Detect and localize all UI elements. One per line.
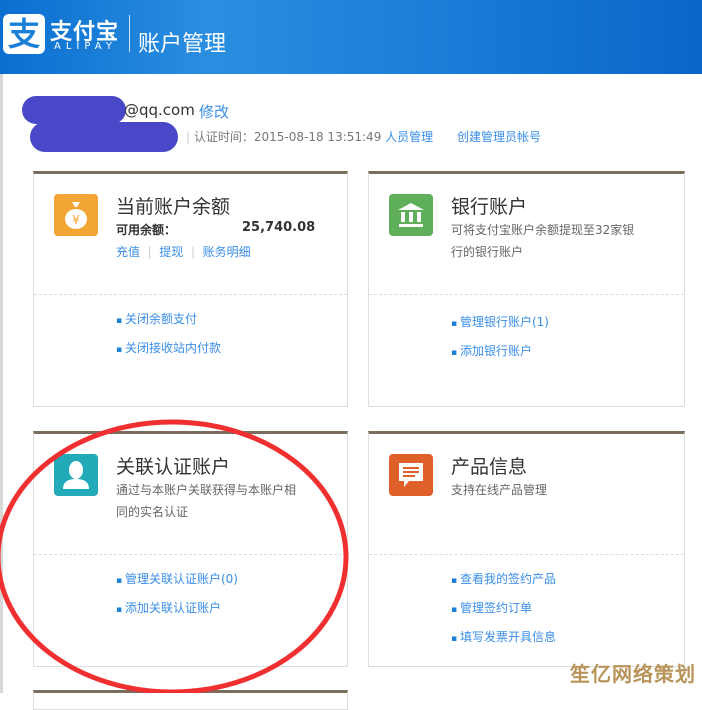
red-circle-annotation xyxy=(0,419,349,693)
watermark: 笙亿网络策划 xyxy=(570,662,696,686)
next-card xyxy=(33,690,348,710)
